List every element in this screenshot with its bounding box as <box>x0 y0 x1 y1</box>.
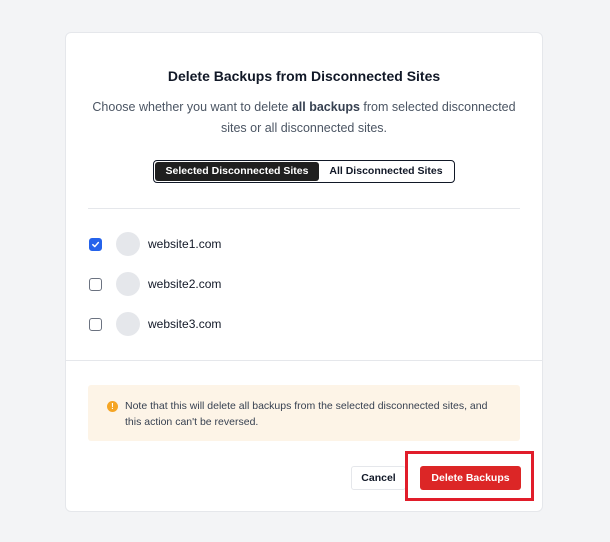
site-item-website1[interactable]: website1.com <box>89 232 221 256</box>
site-scope-toggle: Selected Disconnected Sites All Disconne… <box>153 160 455 183</box>
site-avatar <box>116 312 140 336</box>
section-divider <box>88 208 520 209</box>
tab-selected-disconnected-sites[interactable]: Selected Disconnected Sites <box>155 162 319 181</box>
warning-icon: ! <box>107 401 118 412</box>
site-item-website2[interactable]: website2.com <box>89 272 221 296</box>
site-avatar <box>116 272 140 296</box>
description-text-start: Choose whether you want to delete <box>92 100 292 114</box>
delete-button-highlight <box>405 451 534 501</box>
site-item-website3[interactable]: website3.com <box>89 312 221 336</box>
description-text-bold: all backups <box>291 100 360 114</box>
dialog-title: Delete Backups from Disconnected Sites <box>167 68 441 84</box>
check-icon <box>92 241 100 247</box>
warning-note: ! Note that this will delete all backups… <box>88 385 520 441</box>
site-checkbox[interactable] <box>89 237 102 251</box>
site-checkbox[interactable] <box>89 317 102 331</box>
tab-all-disconnected-sites[interactable]: All Disconnected Sites <box>319 162 453 181</box>
dialog-description: Choose whether you want to delete all ba… <box>88 97 520 139</box>
warning-note-text: Note that this will delete all backups f… <box>125 400 488 428</box>
site-checkbox[interactable] <box>89 277 102 291</box>
footer-divider <box>66 360 542 361</box>
site-avatar <box>116 232 140 256</box>
site-name: website2.com <box>148 277 222 291</box>
delete-backups-dialog: Delete Backups from Disconnected Sites C… <box>65 32 543 512</box>
site-name: website3.com <box>148 317 222 331</box>
site-name: website1.com <box>148 237 222 251</box>
cancel-button[interactable]: Cancel <box>351 466 406 490</box>
